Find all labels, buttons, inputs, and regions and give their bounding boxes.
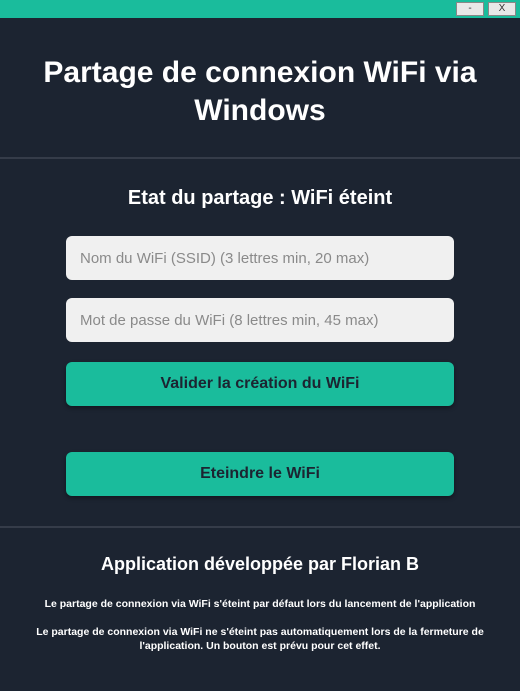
status-heading: Etat du partage : WiFi éteint — [0, 159, 520, 236]
ssid-input[interactable] — [66, 236, 454, 280]
form-area: Valider la création du WiFi Eteindre le … — [0, 236, 520, 526]
validate-button[interactable]: Valider la création du WiFi — [66, 362, 454, 406]
close-button[interactable]: X — [488, 2, 516, 16]
turnoff-button[interactable]: Eteindre le WiFi — [66, 452, 454, 496]
minimize-button[interactable]: - — [456, 2, 484, 16]
footer-note-1: Le partage de connexion via WiFi s'étein… — [0, 593, 520, 615]
credits-heading: Application développée par Florian B — [0, 528, 520, 593]
page-title: Partage de connexion WiFi via Windows — [0, 18, 520, 157]
footer-note-2: Le partage de connexion via WiFi ne s'ét… — [0, 615, 520, 657]
titlebar: - X — [0, 0, 520, 18]
password-input[interactable] — [66, 298, 454, 342]
